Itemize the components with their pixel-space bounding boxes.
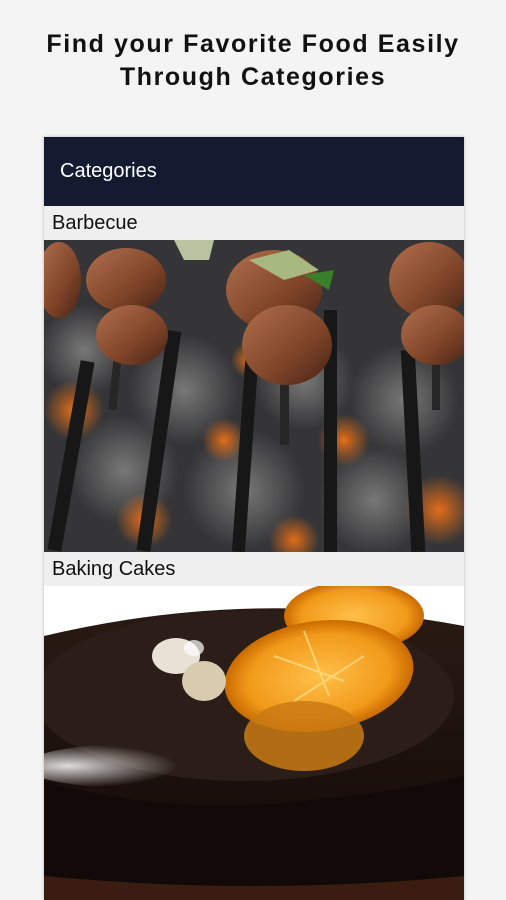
category-label-baking-cakes: Baking Cakes: [44, 552, 464, 586]
headline-line-2: Through Categories: [119, 63, 387, 91]
app-bar: Categories: [44, 137, 464, 206]
app-bar-title: Categories: [60, 160, 157, 182]
promo-headline: Find your Favorite Food Easily Through C…: [0, 28, 506, 94]
barbecue-image: [44, 240, 464, 552]
category-item-baking-cakes[interactable]: Baking Cakes: [44, 552, 464, 900]
headline-line-1: Find your Favorite Food Easily: [46, 30, 460, 58]
phone-screen: Categories Barbecue Baking Cakes: [44, 137, 464, 900]
baking-cakes-image: [44, 586, 464, 900]
category-item-barbecue[interactable]: Barbecue: [44, 206, 464, 552]
category-label-barbecue: Barbecue: [44, 206, 464, 240]
